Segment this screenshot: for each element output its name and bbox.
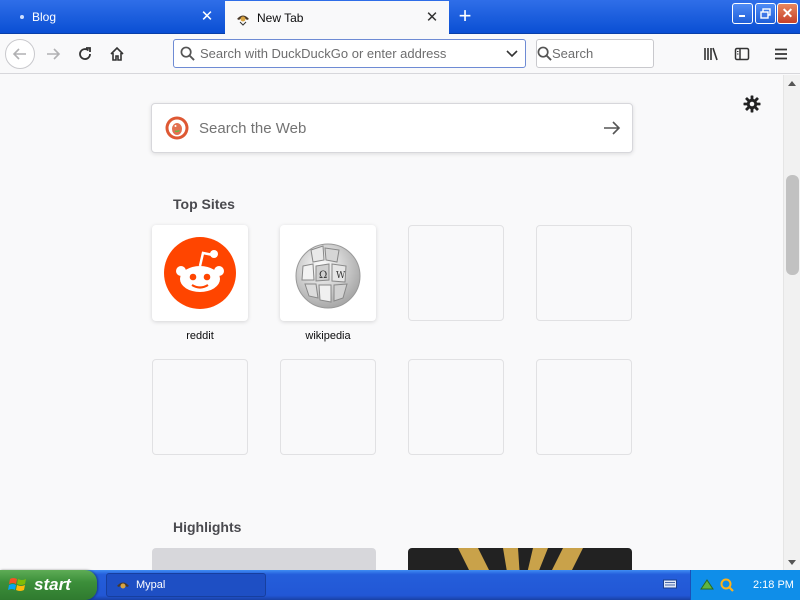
top-site-label[interactable]: reddit <box>152 330 248 342</box>
minimize-button[interactable] <box>732 3 753 24</box>
taskbar-window-label: Mypal <box>136 579 166 591</box>
maximize-button[interactable] <box>755 3 776 24</box>
taskbar: start Mypal 2:18 PM <box>0 570 800 600</box>
search-icon <box>537 46 552 61</box>
search-icon <box>174 46 200 61</box>
tab-title: New Tab <box>257 10 304 25</box>
new-tab-button[interactable]: + <box>452 4 478 30</box>
clock[interactable]: 2:18 PM <box>753 579 794 591</box>
url-input[interactable] <box>200 46 499 61</box>
top-sites-heading: Top Sites <box>173 196 235 212</box>
mypal-favicon-icon <box>237 15 249 26</box>
mypal-app-icon <box>117 582 129 589</box>
wikipedia-logo-icon: Ω W <box>295 243 361 309</box>
top-site-empty[interactable] <box>536 359 632 455</box>
home-button[interactable] <box>102 39 132 69</box>
chevron-down-icon <box>788 559 796 565</box>
gear-icon <box>743 95 761 113</box>
library-icon <box>704 47 718 61</box>
web-search-box[interactable] <box>151 103 633 153</box>
top-site-wikipedia[interactable]: Ω W wikipedia <box>280 225 376 342</box>
tab-strip: Blog ✕ New Tab ✕ + ✕ <box>0 0 800 34</box>
url-dropdown-chevron-icon[interactable] <box>499 49 525 58</box>
scroll-up-button[interactable] <box>784 75 800 91</box>
close-window-button[interactable]: ✕ <box>777 3 798 24</box>
tab-dot-icon <box>20 15 24 19</box>
empty-top-site-placeholder[interactable] <box>152 359 248 455</box>
reload-icon <box>79 47 91 60</box>
top-site-tile[interactable] <box>152 225 248 321</box>
close-icon: ✕ <box>781 5 794 21</box>
empty-top-site-placeholder[interactable] <box>408 225 504 321</box>
highlight-thumbnail-image <box>458 548 583 570</box>
chevron-up-icon <box>788 80 796 86</box>
home-icon <box>110 46 124 61</box>
library-button[interactable] <box>696 39 726 69</box>
highlight-card[interactable] <box>408 548 632 570</box>
top-sites-grid: reddit Ω W wikipedia <box>152 225 632 455</box>
sidebar-icon <box>734 47 750 61</box>
forward-button[interactable] <box>38 39 68 69</box>
start-label: start <box>34 575 71 594</box>
search-tray-icon[interactable] <box>719 577 735 593</box>
reddit-logo-icon <box>164 237 236 309</box>
sidebar-button[interactable] <box>727 39 757 69</box>
tab-close-icon[interactable]: ✕ <box>200 9 214 24</box>
top-site-empty[interactable] <box>280 359 376 455</box>
svg-text:Ω: Ω <box>319 270 327 281</box>
back-button[interactable] <box>5 39 35 69</box>
svg-text:W: W <box>336 271 346 281</box>
scrollbar-thumb[interactable] <box>786 175 799 275</box>
search-submit-button[interactable] <box>592 108 632 148</box>
highlights-heading: Highlights <box>173 519 242 535</box>
start-button[interactable]: start <box>0 570 97 600</box>
reload-button[interactable] <box>70 39 100 69</box>
url-bar[interactable] <box>173 39 526 68</box>
scroll-down-button[interactable] <box>784 554 800 570</box>
windows-flag-icon <box>8 578 26 591</box>
duckduckgo-logo-icon <box>165 116 189 140</box>
customize-settings-button[interactable] <box>742 94 762 114</box>
top-site-tile[interactable]: Ω W <box>280 225 376 321</box>
taskbar-window-button[interactable]: Mypal <box>106 573 266 597</box>
arrow-right-icon <box>604 121 621 135</box>
top-site-empty[interactable] <box>536 225 632 321</box>
tab-blog[interactable]: Blog ✕ <box>0 2 224 32</box>
highlight-card[interactable] <box>152 548 376 570</box>
network-icon[interactable] <box>699 577 715 593</box>
web-search-input[interactable] <box>199 119 592 137</box>
top-site-empty[interactable] <box>408 225 504 321</box>
restore-icon <box>760 8 771 19</box>
tab-new-tab[interactable]: New Tab ✕ <box>225 1 449 34</box>
system-tray: 2:18 PM <box>690 570 800 600</box>
menu-button[interactable] <box>766 39 796 69</box>
empty-top-site-placeholder[interactable] <box>536 225 632 321</box>
navigation-toolbar <box>0 34 800 74</box>
top-site-empty[interactable] <box>152 359 248 455</box>
search-bar[interactable] <box>536 39 728 68</box>
keyboard-icon[interactable] <box>663 577 677 591</box>
empty-top-site-placeholder[interactable] <box>408 359 504 455</box>
top-site-empty[interactable] <box>408 359 504 455</box>
forward-icon <box>47 48 61 60</box>
top-site-reddit[interactable]: reddit <box>152 225 248 342</box>
top-site-label[interactable]: wikipedia <box>280 330 376 342</box>
empty-top-site-placeholder[interactable] <box>280 359 376 455</box>
vertical-scrollbar[interactable] <box>783 75 800 570</box>
empty-top-site-placeholder[interactable] <box>536 359 632 455</box>
menu-icon <box>775 48 787 60</box>
tab-close-icon[interactable]: ✕ <box>425 10 439 25</box>
new-tab-page: Top Sites reddit <box>0 75 783 570</box>
minimize-icon <box>739 15 745 17</box>
tab-title: Blog <box>32 10 57 24</box>
back-icon <box>12 48 26 60</box>
